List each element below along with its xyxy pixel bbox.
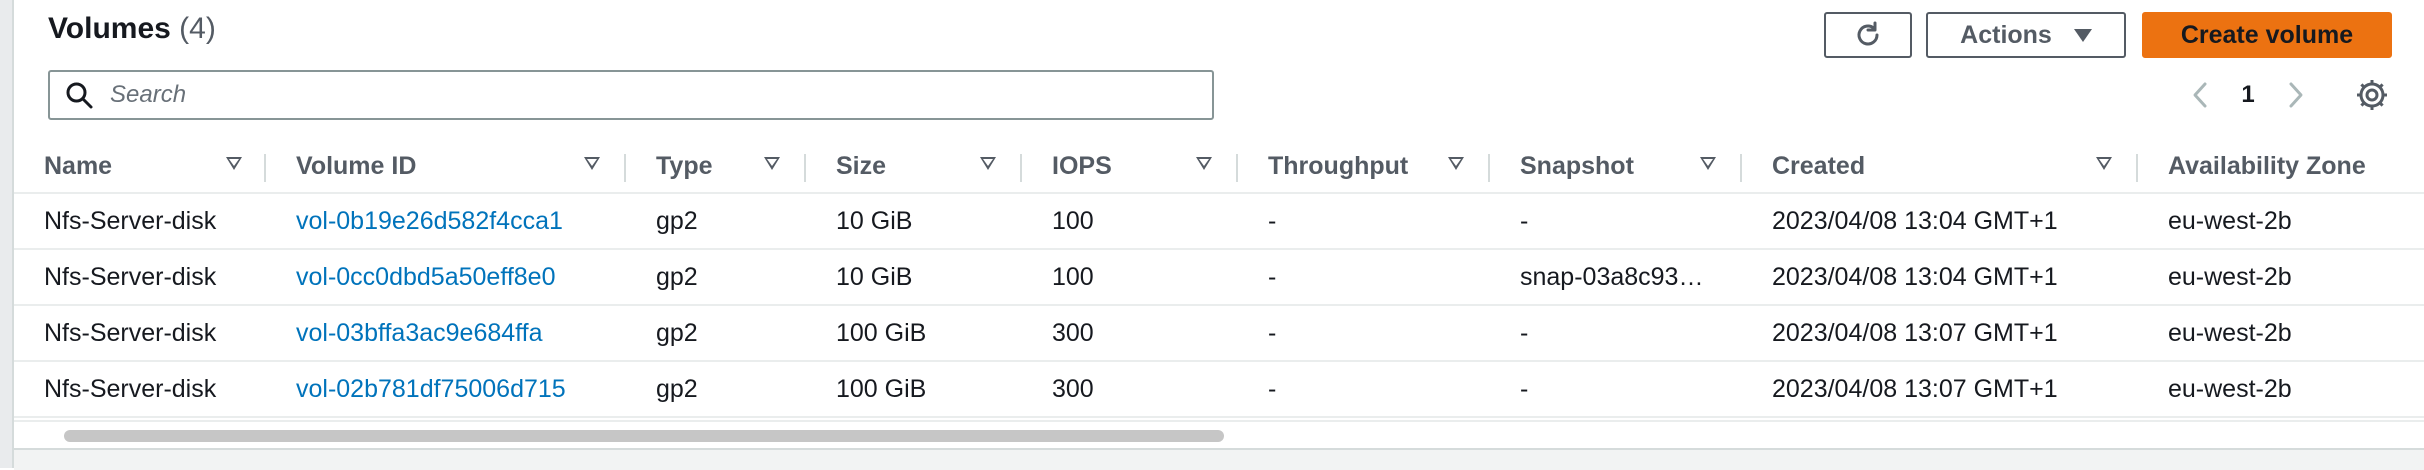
left-panel-edge [0, 0, 14, 468]
table-row[interactable]: Nfs-Server-disk vol-0b19e26d582f4cca1 gp… [14, 193, 2424, 250]
cell-availability-zone: eu-west-2b [2138, 193, 2424, 250]
cell-type: gp2 [626, 361, 806, 418]
sort-icon[interactable] [1448, 157, 1464, 170]
volumes-table-container: Name Volume ID Type Size IOPS Throughput… [14, 140, 2424, 420]
cell-created: 2023/04/08 13:04 GMT+1 [1742, 249, 2138, 306]
column-header-throughput[interactable]: Throughput [1238, 140, 1490, 194]
create-volume-button[interactable]: Create volume [2142, 12, 2392, 58]
sort-icon[interactable] [1700, 157, 1716, 170]
sort-icon[interactable] [226, 157, 242, 170]
table-row[interactable]: Nfs-Server-disk vol-0cc0dbd5a50eff8e0 gp… [14, 249, 2424, 306]
sort-icon[interactable] [584, 157, 600, 170]
column-header-type[interactable]: Type [626, 140, 806, 194]
page-title: Volumes (4) [48, 12, 216, 46]
column-header-availability-zone[interactable]: Availability Zone [2138, 140, 2424, 194]
current-page-number[interactable]: 1 [2220, 81, 2276, 109]
caret-down-icon [2073, 28, 2092, 42]
cell-volume-id-link[interactable]: vol-0cc0dbd5a50eff8e0 [266, 249, 626, 306]
refresh-button[interactable] [1824, 12, 1912, 58]
cell-name: Nfs-Server-disk [14, 361, 266, 418]
chevron-left-icon[interactable] [2180, 75, 2220, 115]
cell-size: 100 GiB [806, 305, 1022, 362]
cell-snapshot: - [1490, 305, 1742, 362]
sort-icon[interactable] [764, 157, 780, 170]
refresh-icon [1857, 21, 1879, 46]
page-title-text: Volumes [48, 12, 171, 45]
cell-created: 2023/04/08 13:04 GMT+1 [1742, 193, 2138, 250]
actions-dropdown-button[interactable]: Actions [1926, 12, 2126, 58]
search-input[interactable] [108, 80, 1192, 110]
cell-volume-id-link[interactable]: vol-03bffa3ac9e684ffa [266, 305, 626, 362]
cell-volume-id-link[interactable]: vol-02b781df75006d715 [266, 361, 626, 418]
actions-label: Actions [1960, 20, 2052, 49]
cell-size: 10 GiB [806, 193, 1022, 250]
cell-throughput: - [1238, 305, 1490, 362]
sort-icon[interactable] [1196, 157, 1212, 170]
cell-throughput: - [1238, 193, 1490, 250]
sort-icon[interactable] [2096, 157, 2112, 170]
cell-iops: 300 [1022, 361, 1238, 418]
search-icon [66, 82, 93, 109]
cell-type: gp2 [626, 193, 806, 250]
cell-throughput: - [1238, 361, 1490, 418]
cell-name: Nfs-Server-disk [14, 193, 266, 250]
cell-created: 2023/04/08 13:07 GMT+1 [1742, 305, 2138, 362]
cell-type: gp2 [626, 305, 806, 362]
column-header-created[interactable]: Created [1742, 140, 2138, 194]
volumes-table: Name Volume ID Type Size IOPS Throughput… [14, 140, 2424, 418]
column-header-name[interactable]: Name [14, 140, 266, 194]
cell-availability-zone: eu-west-2b [2138, 249, 2424, 306]
bottom-split-panel-edge [14, 448, 2424, 470]
cell-name: Nfs-Server-disk [14, 305, 266, 362]
sort-icon[interactable] [980, 157, 996, 170]
cell-name: Nfs-Server-disk [14, 249, 266, 306]
scrollbar-thumb[interactable] [64, 430, 1224, 442]
horizontal-scrollbar[interactable] [14, 420, 2424, 448]
volume-count: (4) [179, 12, 216, 45]
cell-availability-zone: eu-west-2b [2138, 305, 2424, 362]
table-header-row: Name Volume ID Type Size IOPS Throughput… [14, 140, 2424, 194]
column-header-iops[interactable]: IOPS [1022, 140, 1238, 194]
cell-snapshot: snap-03a8c93… [1490, 249, 1742, 306]
cell-size: 100 GiB [806, 361, 1022, 418]
cell-availability-zone: eu-west-2b [2138, 361, 2424, 418]
cell-created: 2023/04/08 13:07 GMT+1 [1742, 361, 2138, 418]
table-row[interactable]: Nfs-Server-disk vol-02b781df75006d715 gp… [14, 361, 2424, 418]
cell-iops: 100 [1022, 193, 1238, 250]
table-row[interactable]: Nfs-Server-disk vol-03bffa3ac9e684ffa gp… [14, 305, 2424, 362]
column-header-volume-id[interactable]: Volume ID [266, 140, 626, 194]
cell-iops: 100 [1022, 249, 1238, 306]
column-header-size[interactable]: Size [806, 140, 1022, 194]
cell-size: 10 GiB [806, 249, 1022, 306]
column-header-snapshot[interactable]: Snapshot [1490, 140, 1742, 194]
cell-throughput: - [1238, 249, 1490, 306]
search-box [48, 70, 1214, 120]
pagination: 1 [2180, 74, 2316, 116]
cell-snapshot: - [1490, 193, 1742, 250]
chevron-right-icon[interactable] [2276, 75, 2316, 115]
cell-volume-id-link[interactable]: vol-0b19e26d582f4cca1 [266, 193, 626, 250]
create-volume-label: Create volume [2180, 20, 2354, 49]
cell-iops: 300 [1022, 305, 1238, 362]
cell-type: gp2 [626, 249, 806, 306]
gear-icon[interactable] [2352, 75, 2392, 115]
cell-snapshot: - [1490, 361, 1742, 418]
